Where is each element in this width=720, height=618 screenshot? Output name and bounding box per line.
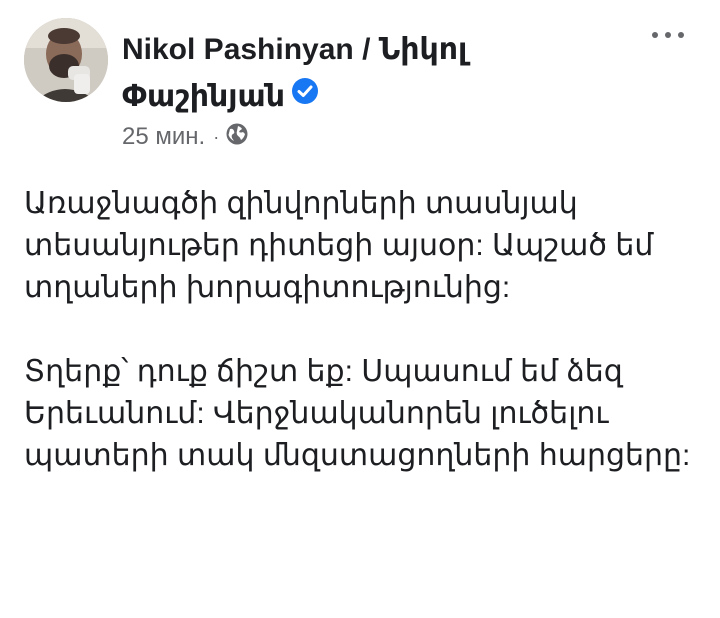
- post-meta: 25 мин. ·: [122, 122, 249, 153]
- verified-badge-icon: [291, 72, 319, 119]
- more-options-icon-dot: [652, 32, 658, 38]
- post-timestamp[interactable]: 25 мин.: [122, 123, 205, 151]
- more-options-button[interactable]: [646, 22, 690, 48]
- post-paragraph-1: Առաջնագծի զինվորների տասնյակ տեսանյութեր…: [24, 187, 654, 304]
- more-options-icon-dot: [678, 32, 684, 38]
- globe-icon[interactable]: [225, 122, 249, 153]
- meta-separator: ·: [213, 126, 220, 147]
- more-options-icon-dot: [665, 32, 671, 38]
- avatar-photo: [24, 18, 108, 102]
- post-text: Առաջնագծի զինվորների տասնյակ տեսանյութեր…: [24, 183, 694, 477]
- facebook-post: Nikol Pashinyan / Նիկոլ Փաշինյան 25 мин.…: [0, 0, 720, 618]
- author-avatar[interactable]: [24, 18, 108, 102]
- author-name-block: Nikol Pashinyan / Նիկոլ Փաշինյան: [122, 26, 592, 120]
- post-paragraph-2: Տղերք՝ դուք ճիշտ եք: Սպասում եմ ձեզ Երեւ…: [24, 355, 691, 472]
